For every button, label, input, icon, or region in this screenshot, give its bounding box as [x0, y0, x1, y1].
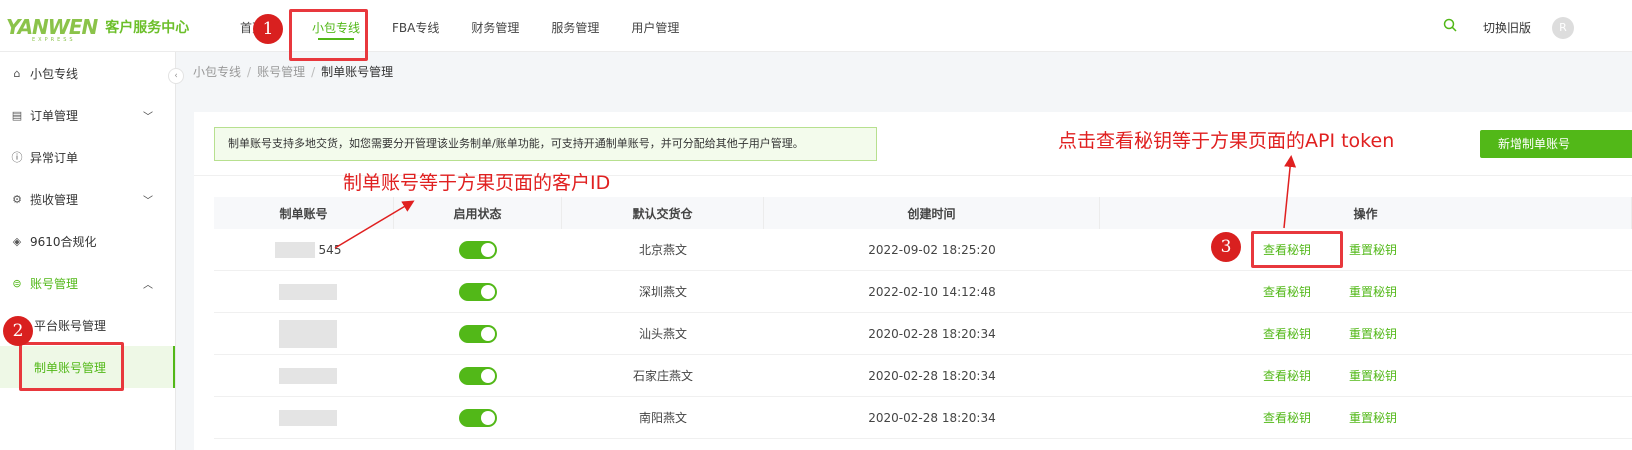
table-row: 南阳燕文 2020-02-28 18:20:34 查看秘钥 重置秘钥 — [214, 397, 1632, 439]
home-icon: ⌂ — [13, 66, 21, 80]
view-key-link[interactable]: 查看秘钥 — [1263, 409, 1311, 426]
sidebar-item-label: 揽收管理 — [30, 192, 79, 207]
app-title: 客户服务中心 — [105, 20, 190, 36]
reset-key-link[interactable]: 重置秘钥 — [1349, 241, 1397, 258]
sidebar-item-pickup[interactable]: ⚙ 揽收管理 ﹀ — [0, 178, 175, 220]
breadcrumb: 小包专线 / 账号管理 / 制单账号管理 — [193, 65, 394, 79]
top-navbar: YANWEN EXPRESS 客户服务中心 首页 小包专线 FBA专线 财务管理… — [0, 0, 1632, 52]
created-cell: 2020-02-28 18:20:34 — [868, 410, 996, 425]
column-header-account: 制单账号 — [214, 197, 394, 229]
view-key-link[interactable]: 查看秘钥 — [1263, 367, 1311, 384]
status-toggle[interactable] — [459, 240, 497, 259]
sidebar-item-label: 账号管理 — [30, 276, 79, 291]
nav-service[interactable]: 服务管理 — [543, 0, 607, 52]
collapse-sidebar-button[interactable]: ‹ — [168, 68, 184, 84]
status-toggle[interactable] — [459, 282, 497, 301]
created-cell: 2020-02-28 18:20:34 — [868, 368, 996, 383]
sidebar-item-small-parcel[interactable]: ⌂ 小包专线 — [0, 52, 175, 94]
sidebar-item-orders[interactable]: ▤ 订单管理 ﹀ — [0, 94, 175, 136]
created-cell: 2022-09-02 18:25:20 — [868, 242, 996, 257]
masked-account — [279, 367, 337, 384]
masked-account — [279, 283, 337, 300]
masked-account — [274, 241, 315, 258]
table-row: 深圳燕文 2022-02-10 14:12:48 查看秘钥 重置秘钥 — [214, 271, 1632, 313]
info-notice: 制单账号支持多地交货，如您需要分开管理该业务制单/账单功能，可支持开通制单账号，… — [214, 127, 877, 161]
step-badge-3: 3 — [1211, 232, 1241, 262]
sidebar-item-accounts[interactable]: ⊜ 账号管理 ︿ — [0, 262, 175, 304]
order-icon: ▤ — [11, 108, 23, 122]
reset-key-link[interactable]: 重置秘钥 — [1349, 409, 1397, 426]
table-header: 制单账号 启用状态 默认交货仓 创建时间 操作 — [214, 197, 1632, 229]
warehouse-cell: 深圳燕文 — [638, 285, 687, 299]
warehouse-cell: 北京燕文 — [638, 243, 687, 257]
masked-account — [279, 319, 337, 348]
pickup-icon: ⚙ — [12, 192, 22, 206]
highlight-box-view-key — [1251, 231, 1343, 268]
shield-icon: ◈ — [12, 234, 22, 248]
table-row: 石家庄燕文 2020-02-28 18:20:34 查看秘钥 重置秘钥 — [214, 355, 1632, 397]
masked-account — [279, 409, 337, 426]
created-cell: 2020-02-28 18:20:34 — [868, 326, 996, 341]
nav-finance[interactable]: 财务管理 — [463, 0, 527, 52]
column-header-warehouse: 默认交货仓 — [562, 197, 764, 229]
chevron-down-icon: ﹀ — [143, 111, 153, 123]
account-value: 545 — [318, 242, 342, 257]
column-header-actions: 操作 — [1100, 197, 1632, 229]
breadcrumb-item[interactable]: 小包专线 — [193, 65, 241, 79]
view-key-link[interactable]: 查看秘钥 — [1263, 325, 1311, 342]
nav-fba[interactable]: FBA专线 — [384, 0, 447, 52]
sidebar-item-label: 订单管理 — [30, 108, 79, 123]
sidebar-item-label: 小包专线 — [30, 66, 79, 81]
reset-key-link[interactable]: 重置秘钥 — [1349, 283, 1397, 300]
created-cell: 2022-02-10 14:12:48 — [868, 284, 996, 299]
annotation-account-note: 制单账号等于方果页面的客户ID — [343, 172, 611, 194]
add-order-account-button[interactable]: 新增制单账号 — [1480, 130, 1632, 158]
chevron-up-icon: ︿ — [143, 279, 153, 291]
breadcrumb-item[interactable]: 账号管理 — [257, 65, 305, 79]
sidebar-item-9610[interactable]: ◈ 9610合规化 — [0, 220, 175, 262]
status-toggle[interactable] — [459, 408, 497, 427]
nav-users[interactable]: 用户管理 — [623, 0, 687, 52]
chevron-down-icon: ﹀ — [143, 195, 153, 207]
reset-key-link[interactable]: 重置秘钥 — [1349, 325, 1397, 342]
column-header-created: 创建时间 — [764, 197, 1100, 229]
logo-subtitle: EXPRESS — [32, 37, 76, 43]
switch-old-version-link[interactable]: 切换旧版 — [1483, 19, 1531, 36]
status-toggle[interactable] — [459, 366, 497, 385]
sidebar-item-label: 异常订单 — [30, 150, 79, 165]
annotation-key-note: 点击查看秘钥等于方果页面的API token — [1058, 130, 1395, 152]
reset-key-link[interactable]: 重置秘钥 — [1349, 367, 1397, 384]
logo[interactable]: YANWEN EXPRESS 客户服务中心 — [6, 15, 190, 43]
step-badge-2: 2 — [3, 316, 33, 346]
table-row: 545 北京燕文 2022-09-02 18:25:20 查看秘钥 重置秘钥 — [214, 229, 1632, 271]
column-header-status: 启用状态 — [394, 197, 562, 229]
breadcrumb-current: 制单账号管理 — [321, 65, 394, 79]
warehouse-cell: 石家庄燕文 — [632, 369, 693, 383]
highlight-box-sidebar — [19, 342, 124, 391]
account-icon: ⊜ — [12, 276, 22, 290]
status-toggle[interactable] — [459, 324, 497, 343]
sidebar-item-exceptions[interactable]: ⓘ 异常订单 — [0, 136, 175, 178]
avatar[interactable]: R — [1552, 17, 1574, 39]
view-key-link[interactable]: 查看秘钥 — [1263, 283, 1311, 300]
alert-icon: ⓘ — [11, 151, 23, 164]
sidebar-item-label: 9610合规化 — [30, 234, 97, 249]
step-badge-1: 1 — [253, 14, 283, 44]
warehouse-cell: 汕头燕文 — [638, 327, 687, 341]
table-row: 汕头燕文 2020-02-28 18:20:34 查看秘钥 重置秘钥 — [214, 313, 1632, 355]
search-icon[interactable] — [1443, 18, 1457, 32]
highlight-box-nav — [289, 9, 368, 61]
warehouse-cell: 南阳燕文 — [638, 411, 687, 425]
logo-mark: YANWEN — [6, 15, 98, 39]
